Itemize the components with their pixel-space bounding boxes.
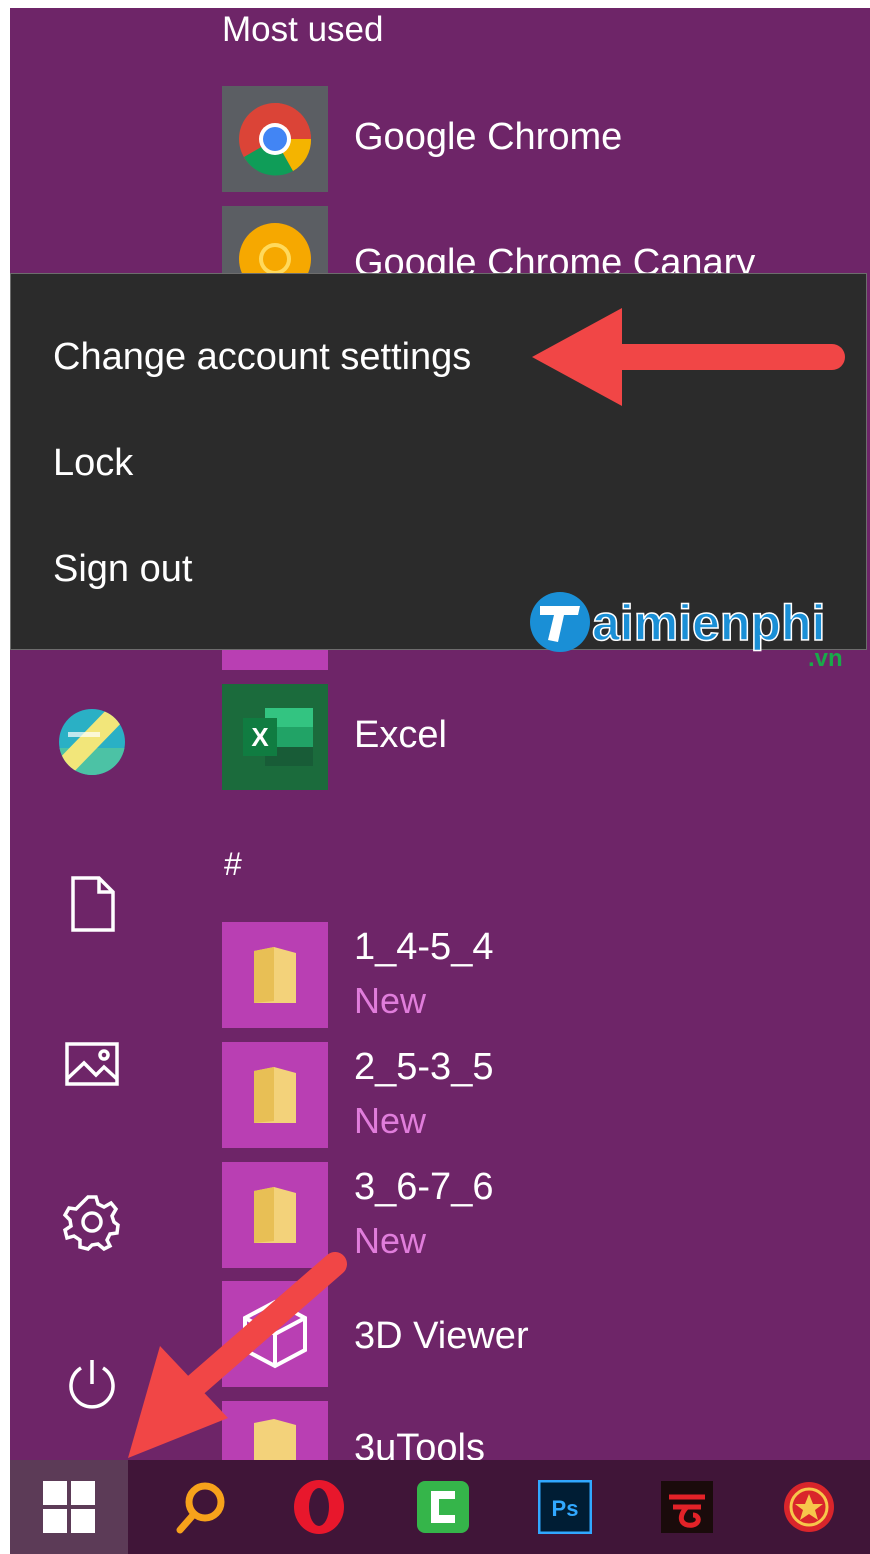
camtasia-icon[interactable] xyxy=(396,1460,490,1554)
photoshop-icon[interactable]: Ps xyxy=(518,1460,612,1554)
search-icon[interactable] xyxy=(154,1460,248,1554)
arrow-to-change-account xyxy=(532,308,845,406)
photoshop-label: Ps xyxy=(552,1496,579,1521)
game-icon[interactable] xyxy=(762,1460,856,1554)
annotation-arrows xyxy=(128,308,845,1458)
arrow-to-start-button xyxy=(128,1252,347,1458)
taskbar: Ps xyxy=(10,1460,870,1554)
windows-start-icon[interactable] xyxy=(10,1460,128,1554)
opera-icon[interactable] xyxy=(272,1460,366,1554)
start-menu: Most used Google Chrome Google Chrome Ca… xyxy=(10,8,870,1554)
garena-icon[interactable] xyxy=(640,1460,734,1554)
